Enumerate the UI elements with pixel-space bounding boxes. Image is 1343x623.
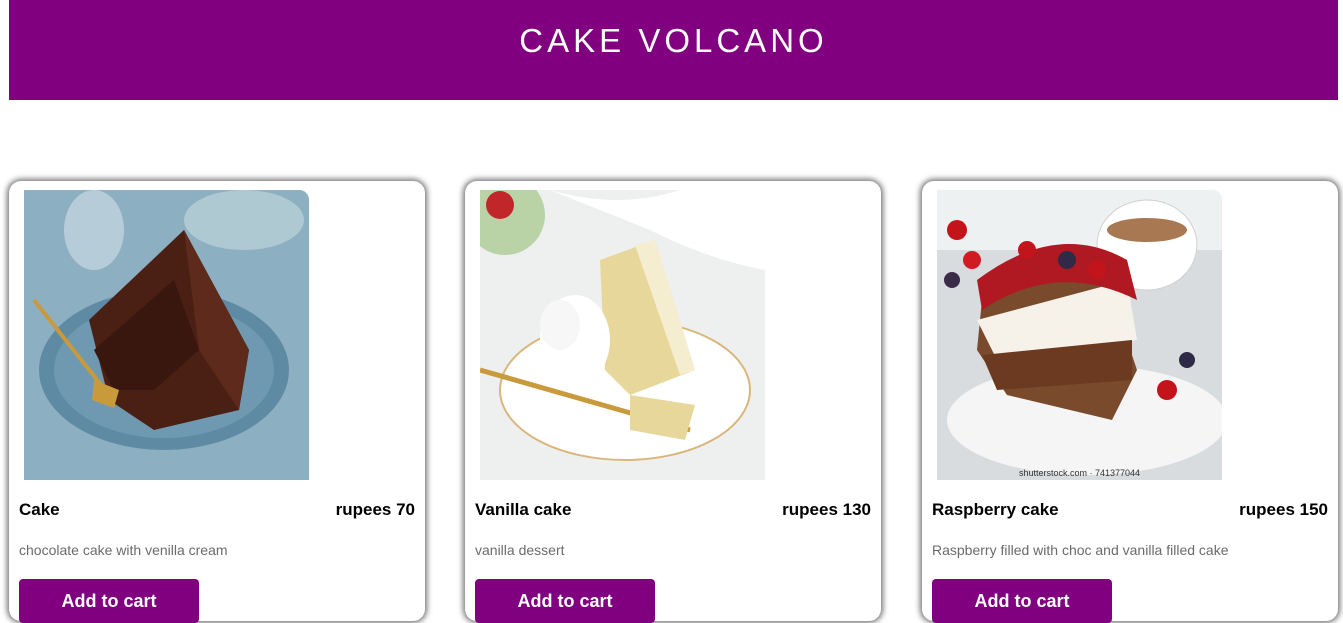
image-watermark: shutterstock.com · 741377044 bbox=[1018, 468, 1141, 478]
product-description: Raspberry filled with choc and vanilla f… bbox=[932, 542, 1229, 558]
site-header: CAKE VOLCANO bbox=[9, 0, 1338, 100]
product-card-raspberry-cake: shutterstock.com · 741377044 Raspberry c… bbox=[922, 181, 1338, 623]
product-description: chocolate cake with venilla cream bbox=[19, 542, 228, 558]
add-to-cart-button[interactable]: Add to cart bbox=[19, 579, 199, 623]
add-to-cart-button[interactable]: Add to cart bbox=[475, 579, 655, 623]
product-card-vanilla-cake: Vanilla cake rupees 130 vanilla dessert … bbox=[465, 181, 881, 623]
product-price: rupees 150 bbox=[1239, 500, 1328, 519]
product-price: rupees 130 bbox=[782, 500, 871, 519]
product-description: vanilla dessert bbox=[475, 542, 565, 558]
add-to-cart-button[interactable]: Add to cart bbox=[932, 579, 1112, 623]
product-card-cake: Cake rupees 70 chocolate cake with venil… bbox=[9, 181, 425, 623]
raspberry-cake-image[interactable]: shutterstock.com · 741377044 bbox=[937, 190, 1222, 480]
product-price: rupees 70 bbox=[335, 500, 415, 519]
site-title: CAKE VOLCANO bbox=[519, 22, 828, 59]
product-name: Raspberry cake bbox=[932, 500, 1059, 519]
chocolate-cake-image[interactable] bbox=[24, 190, 309, 480]
vanilla-cake-image[interactable] bbox=[480, 190, 765, 480]
product-name: Cake bbox=[19, 500, 60, 519]
product-name: Vanilla cake bbox=[475, 500, 572, 519]
